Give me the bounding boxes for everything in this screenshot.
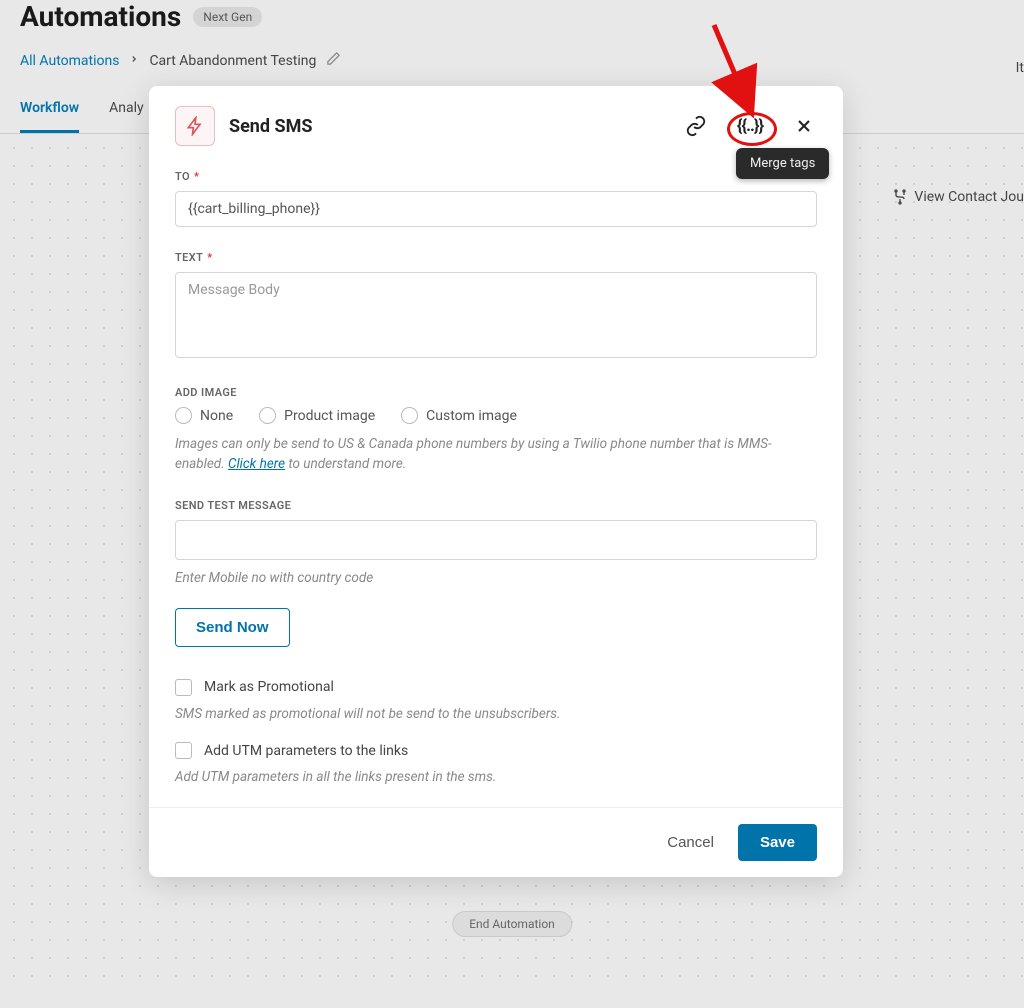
cancel-button[interactable]: Cancel bbox=[667, 834, 714, 851]
view-journey-label: View Contact Jou bbox=[914, 189, 1024, 205]
breadcrumb-link-all[interactable]: All Automations bbox=[20, 53, 119, 69]
send-test-helper: Enter Mobile no with country code bbox=[175, 568, 817, 588]
end-automation-node[interactable]: End Automation bbox=[452, 911, 572, 937]
link-icon[interactable] bbox=[683, 113, 709, 139]
image-helper: Images can only be send to US & Canada p… bbox=[175, 434, 817, 475]
to-label: TO* bbox=[175, 170, 817, 183]
fork-icon bbox=[892, 189, 908, 205]
utm-helper: Add UTM parameters in all the links pres… bbox=[175, 767, 817, 787]
send-now-button[interactable]: Send Now bbox=[175, 608, 290, 647]
radio-label: Custom image bbox=[426, 408, 517, 424]
radio-label: None bbox=[200, 408, 233, 424]
text-label: TEXT* bbox=[175, 251, 817, 264]
promo-helper: SMS marked as promotional will not be se… bbox=[175, 704, 817, 724]
add-utm-checkbox[interactable]: Add UTM parameters to the links bbox=[175, 742, 817, 759]
send-sms-modal: Send SMS {{..}} TO* TEXT* ADD bbox=[149, 86, 843, 877]
breadcrumb: All Automations Cart Abandonment Testing bbox=[0, 33, 1024, 82]
merge-tags-icon[interactable]: {{..}} bbox=[737, 113, 763, 139]
add-image-label: ADD IMAGE bbox=[175, 386, 817, 399]
chevron-right-icon bbox=[129, 53, 139, 68]
tab-workflow[interactable]: Workflow bbox=[20, 100, 79, 133]
pencil-icon[interactable] bbox=[326, 51, 341, 70]
image-option-product[interactable]: Product image bbox=[259, 407, 375, 424]
to-input[interactable] bbox=[175, 191, 817, 227]
tab-analytics[interactable]: Analy bbox=[109, 100, 144, 133]
nextgen-badge: Next Gen bbox=[193, 7, 262, 27]
mark-promotional-checkbox[interactable]: Mark as Promotional bbox=[175, 679, 817, 696]
close-icon[interactable] bbox=[791, 113, 817, 139]
breadcrumb-current: Cart Abandonment Testing bbox=[149, 53, 316, 69]
image-option-custom[interactable]: Custom image bbox=[401, 407, 517, 424]
image-option-none[interactable]: None bbox=[175, 407, 233, 424]
click-here-link[interactable]: Click here bbox=[228, 456, 285, 472]
right-truncated-text: It bbox=[1016, 60, 1024, 76]
send-test-input[interactable] bbox=[175, 520, 817, 560]
send-test-label: SEND TEST MESSAGE bbox=[175, 499, 817, 512]
check-label: Mark as Promotional bbox=[204, 679, 334, 695]
page-title: Automations bbox=[20, 0, 181, 33]
message-body-textarea[interactable] bbox=[175, 272, 817, 358]
save-button[interactable]: Save bbox=[738, 824, 817, 861]
bolt-icon bbox=[175, 106, 215, 146]
modal-title: Send SMS bbox=[229, 116, 312, 137]
check-label: Add UTM parameters to the links bbox=[204, 743, 408, 759]
view-contact-journey-button[interactable]: View Contact Jou bbox=[892, 189, 1024, 205]
merge-tags-tooltip: Merge tags bbox=[736, 148, 829, 179]
radio-label: Product image bbox=[284, 408, 375, 424]
